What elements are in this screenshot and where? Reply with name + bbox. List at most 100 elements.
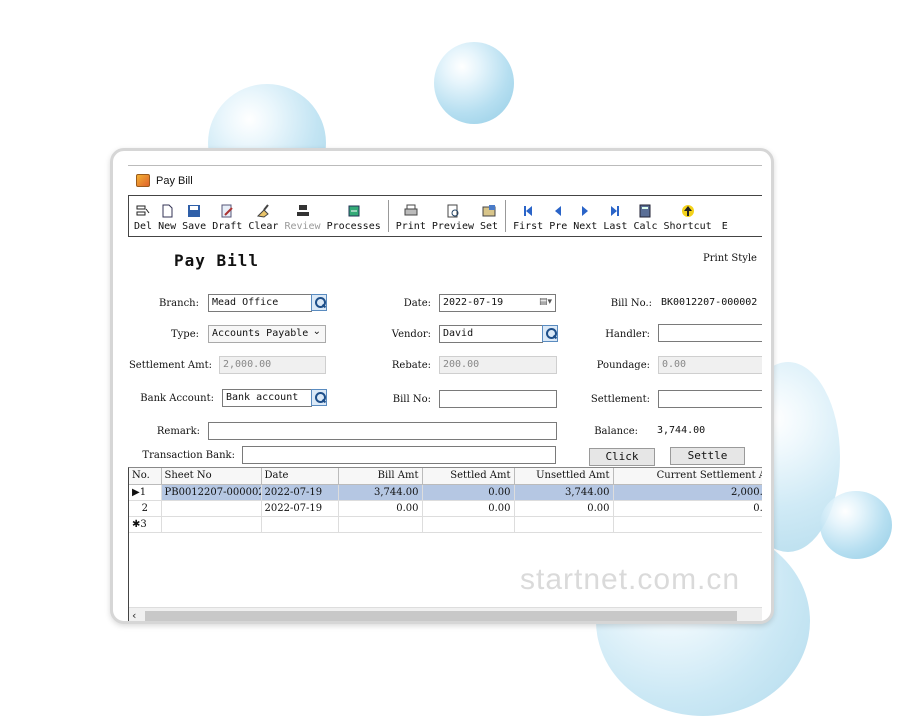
column-header-current-settlement[interactable]: Current Settlement Am bbox=[613, 468, 762, 485]
branch-lookup-icon[interactable] bbox=[311, 294, 327, 311]
del-label: Del bbox=[134, 221, 153, 232]
bank-account-lookup-icon[interactable] bbox=[311, 389, 327, 406]
processes-label: Processes bbox=[326, 221, 381, 232]
new-icon bbox=[160, 204, 174, 218]
new-button[interactable]: New bbox=[155, 196, 179, 236]
date-cell[interactable]: 2022-07-19 bbox=[261, 484, 339, 501]
pre-label: Pre bbox=[549, 221, 568, 232]
review-icon bbox=[296, 204, 310, 218]
bill-grid: No. Sheet No Date Bill Amt Settled Amt U… bbox=[128, 467, 762, 621]
last-button[interactable]: Last bbox=[600, 196, 630, 236]
bill-table: No. Sheet No Date Bill Amt Settled Amt U… bbox=[129, 468, 762, 533]
set-icon bbox=[482, 204, 496, 218]
sheet-no-cell[interactable] bbox=[161, 500, 262, 517]
current-settlement-cell[interactable] bbox=[613, 516, 762, 533]
pre-button[interactable]: Pre bbox=[546, 196, 570, 236]
first-button[interactable]: First bbox=[510, 196, 546, 236]
settled-amt-cell[interactable]: 0.00 bbox=[422, 500, 515, 517]
type-select[interactable]: Accounts Payable ⌄ bbox=[208, 325, 326, 343]
table-row[interactable]: 2 2022-07-19 0.00 0.00 0.00 0.00 bbox=[129, 500, 762, 517]
unsettled-amt-cell[interactable] bbox=[514, 516, 614, 533]
click-button[interactable]: Click bbox=[589, 448, 655, 466]
scroll-left-icon[interactable]: ‹ bbox=[132, 609, 136, 621]
settlement-field[interactable] bbox=[658, 390, 762, 408]
calendar-icon[interactable]: ▤▾ bbox=[539, 297, 552, 307]
sheet-no-cell[interactable]: PB0012207-000002 bbox=[161, 484, 262, 501]
remark-field[interactable] bbox=[208, 422, 557, 440]
column-header-unsettled-amt[interactable]: Unsettled Amt bbox=[514, 468, 614, 485]
branch-label: Branch: bbox=[159, 298, 199, 309]
type-label: Type: bbox=[170, 329, 199, 340]
del-button[interactable]: Del bbox=[131, 196, 155, 236]
next-icon bbox=[578, 204, 592, 218]
save-button[interactable]: Save bbox=[179, 196, 209, 236]
handler-field[interactable] bbox=[658, 324, 762, 342]
current-settlement-cell[interactable]: 0.00 bbox=[613, 500, 762, 517]
bill-amt-cell[interactable]: 3,744.00 bbox=[338, 484, 423, 501]
sheet-no-cell[interactable] bbox=[161, 516, 262, 533]
new-label: New bbox=[158, 221, 177, 232]
last-icon bbox=[608, 204, 622, 218]
date-field[interactable]: 2022-07-19 ▤▾ bbox=[439, 294, 556, 312]
horizontal-scrollbar[interactable]: ‹ bbox=[129, 607, 762, 621]
bank-account-field[interactable]: Bank account bbox=[222, 389, 312, 407]
vendor-label: Vendor: bbox=[391, 329, 431, 340]
processes-button[interactable]: Processes bbox=[324, 196, 384, 236]
draft-button[interactable]: Draft bbox=[209, 196, 245, 236]
rebate-label: Rebate: bbox=[391, 360, 431, 371]
review-button[interactable]: Review bbox=[281, 196, 323, 236]
next-button[interactable]: Next bbox=[570, 196, 600, 236]
preview-label: Preview bbox=[431, 221, 475, 232]
shortcut-button[interactable]: Shortcut bbox=[661, 196, 715, 236]
calc-button[interactable]: Calc bbox=[630, 196, 660, 236]
print-label: Print bbox=[395, 221, 426, 232]
settled-amt-cell[interactable] bbox=[422, 516, 515, 533]
exit-button[interactable]: E bbox=[715, 196, 735, 236]
branch-field[interactable]: Mead Office bbox=[208, 294, 312, 312]
set-button[interactable]: Set bbox=[477, 196, 501, 236]
next-label: Next bbox=[573, 221, 598, 232]
bill-amt-cell[interactable] bbox=[338, 516, 423, 533]
table-row-new[interactable]: ✱3 bbox=[129, 516, 762, 533]
column-header-bill-amt[interactable]: Bill Amt bbox=[338, 468, 423, 485]
print-button[interactable]: Print bbox=[393, 196, 429, 236]
bill-amt-cell[interactable]: 0.00 bbox=[338, 500, 423, 517]
page-title: Pay Bill bbox=[174, 251, 260, 270]
transaction-bank-field[interactable] bbox=[242, 446, 556, 464]
decorative-bubble bbox=[820, 491, 892, 559]
settled-amt-cell[interactable]: 0.00 bbox=[422, 484, 515, 501]
previous-icon bbox=[551, 204, 565, 218]
poundage-label: Poundage: bbox=[596, 360, 650, 371]
date-cell[interactable]: 2022-07-19 bbox=[261, 500, 339, 517]
settle-button[interactable]: Settle bbox=[670, 447, 745, 465]
screenshot-frame: Pay Bill Del New Save Draft Clear Review… bbox=[110, 148, 774, 624]
scrollbar-thumb[interactable] bbox=[145, 611, 737, 621]
column-header-settled-amt[interactable]: Settled Amt bbox=[422, 468, 515, 485]
current-settlement-cell[interactable]: 2,000.00 bbox=[613, 484, 762, 501]
column-header-date[interactable]: Date bbox=[261, 468, 339, 485]
vendor-field[interactable]: David bbox=[439, 325, 543, 343]
print-style-link[interactable]: Print Style bbox=[703, 253, 757, 264]
clear-button[interactable]: Clear bbox=[245, 196, 281, 236]
first-icon bbox=[521, 204, 535, 218]
table-row[interactable]: ▶1 PB0012207-000002 2022-07-19 3,744.00 … bbox=[129, 484, 762, 501]
watermark: startnet.com.cn bbox=[520, 563, 741, 596]
exit-label: E bbox=[721, 221, 728, 232]
preview-button[interactable]: Preview bbox=[429, 196, 477, 236]
unsettled-amt-cell[interactable]: 3,744.00 bbox=[514, 484, 614, 501]
column-header-no[interactable]: No. bbox=[129, 468, 162, 485]
draft-label: Draft bbox=[212, 221, 243, 232]
vendor-lookup-icon[interactable] bbox=[542, 325, 558, 342]
date-label: Date: bbox=[403, 298, 431, 309]
exit-icon bbox=[718, 204, 732, 218]
clear-icon bbox=[256, 204, 270, 218]
date-cell[interactable] bbox=[261, 516, 339, 533]
row-number-cell: ✱3 bbox=[129, 516, 162, 533]
column-header-sheet-no[interactable]: Sheet No bbox=[161, 468, 262, 485]
set-label: Set bbox=[480, 221, 499, 232]
pay-bill-window: Pay Bill Del New Save Draft Clear Review… bbox=[128, 165, 762, 621]
unsettled-amt-cell[interactable]: 0.00 bbox=[514, 500, 614, 517]
poundage-field: 0.00 bbox=[658, 356, 762, 374]
bill-no-field[interactable] bbox=[439, 390, 557, 408]
calc-label: Calc bbox=[633, 221, 658, 232]
